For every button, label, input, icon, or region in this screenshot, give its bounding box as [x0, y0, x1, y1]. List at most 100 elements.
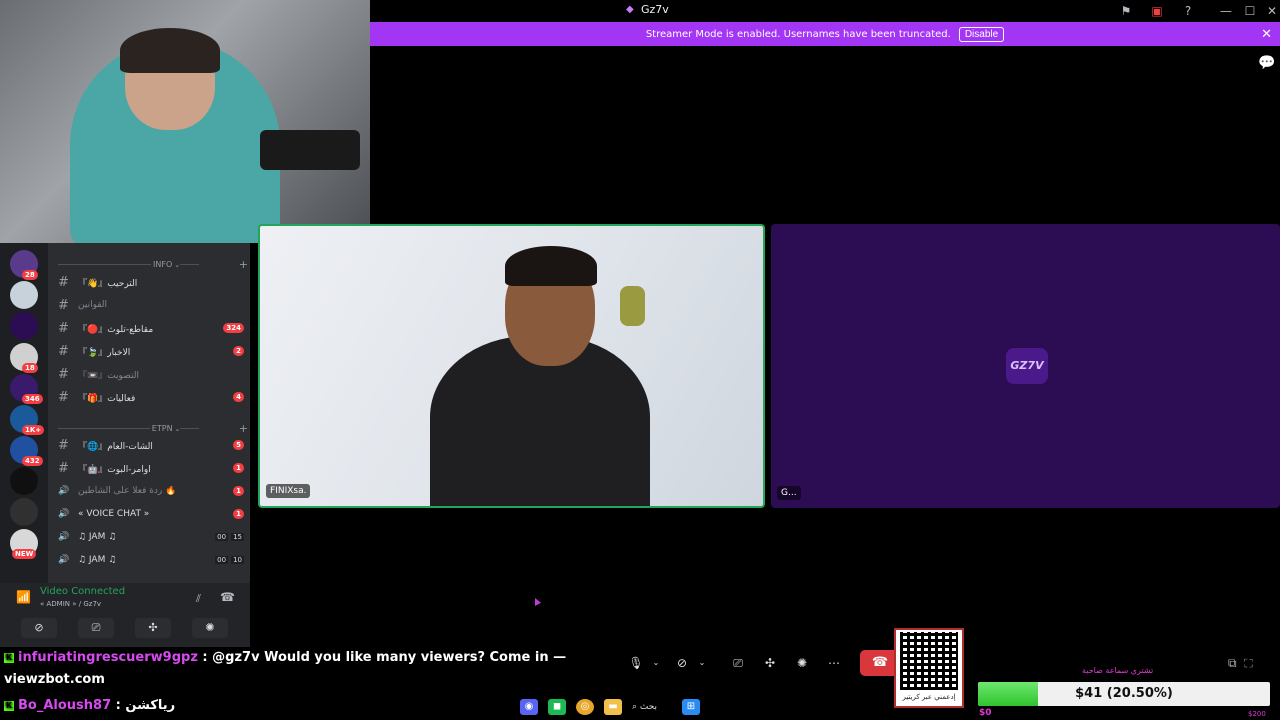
channel-item[interactable]: 🔊 ردة فعلا على الشاطين 🔥 1 — [58, 481, 244, 501]
channel-name: 『👋』الترحيب — [78, 278, 138, 289]
disconnect-icon[interactable]: ☎ — [220, 590, 235, 604]
channel-item[interactable]: # 『📼』التصويت — [58, 364, 244, 384]
help-icon[interactable]: ? — [1180, 3, 1196, 19]
share-screen-icon[interactable]: ⎚ — [730, 652, 746, 674]
voice-channel-name[interactable]: « ADMIN » / Gz7v — [40, 600, 101, 608]
channel-item[interactable]: # 『🔴』مقاطع-تلوث 324 — [58, 318, 244, 338]
voice-user-count: 10 — [231, 556, 244, 564]
camera-off-icon[interactable]: ⊘ — [674, 652, 690, 674]
screen-share-icon[interactable]: ▣ — [1149, 3, 1165, 19]
channel-item[interactable]: # 『🎁』فعاليات 4 — [58, 387, 244, 407]
goal-title: تشتري سماعة صاحبة — [1082, 666, 1154, 675]
category-etpn-label: ETPN — [151, 424, 173, 433]
more-options-icon[interactable]: ⋯ — [826, 652, 842, 674]
activities-icon[interactable]: ✣ — [762, 652, 778, 674]
channel-item[interactable]: 🔊 ♫ JAM ♫ 00 10 — [58, 550, 244, 570]
minimize-button[interactable]: — — [1218, 3, 1234, 19]
inbox-flag-icon[interactable]: ⚑ — [1118, 3, 1134, 19]
hash-icon: # — [58, 460, 69, 476]
chat-username: infuriatingrescuerw9gpz — [18, 650, 198, 665]
banner-text: Streamer Mode is enabled. Usernames have… — [645, 28, 951, 40]
add-channel-icon[interactable]: + — [239, 422, 248, 435]
taskbar-search-label: بحث — [639, 702, 658, 712]
mouse-cursor — [535, 598, 541, 606]
server-icon[interactable] — [10, 281, 38, 309]
chat-text: : @gz7v Would you like many viewers? Com… — [202, 650, 567, 665]
streamer-mode-banner: Streamer Mode is enabled. Usernames have… — [370, 22, 1280, 46]
channel-item[interactable]: # 『🌐』الشات-العام 5 — [58, 435, 244, 455]
qr-caption: إدعمني عبر كريتير — [902, 693, 956, 701]
camera-off-button[interactable]: ⊘ — [21, 618, 57, 638]
soundboard-button[interactable]: ✺ — [192, 618, 228, 638]
speaker-icon: 🔊 — [58, 555, 70, 565]
disable-streamer-mode-button[interactable]: Disable — [958, 26, 1005, 42]
video-tile-finix[interactable]: FINIXsa. — [258, 224, 765, 508]
microphone-icon[interactable]: 🎙 — [628, 652, 644, 674]
popout-icon[interactable]: ⧉ ⛶ — [1228, 656, 1253, 671]
participant-headset — [620, 286, 645, 326]
close-icon[interactable]: ✕ — [1261, 27, 1272, 42]
channel-item[interactable]: 🔊 « VOICE CHAT » 1 — [58, 504, 244, 524]
chat-bubble-icon[interactable]: 💬 — [1258, 55, 1275, 71]
server-badge: NEW — [12, 549, 37, 559]
channel-name: ♫ JAM ♫ — [78, 555, 117, 565]
channel-name: 『🌐』الشات-العام — [78, 441, 153, 452]
goal-amount: $41 (20.50%) — [1075, 686, 1173, 701]
server-icon[interactable] — [10, 312, 38, 340]
activities-button[interactable]: ✣ — [135, 618, 171, 638]
discord-icon[interactable]: ◉ — [520, 699, 538, 715]
server-badge: 1K+ — [22, 425, 45, 435]
add-channel-icon[interactable]: + — [239, 258, 248, 271]
stream-chat-message: K Bo_Aloush87 : رياكشن — [4, 698, 175, 713]
signal-icon: 📶 — [16, 590, 31, 604]
app-icon[interactable]: ◼ — [548, 699, 566, 715]
channel-item[interactable]: # القوانين — [58, 295, 244, 315]
windows-start-icon[interactable]: ⊞ — [682, 699, 700, 715]
speaker-icon: 🔊 — [58, 509, 70, 519]
channel-name: « VOICE CHAT » — [78, 509, 150, 519]
chrome-icon[interactable]: ◎ — [576, 699, 594, 715]
streamer-webcam — [0, 0, 370, 243]
qr-code-image — [900, 632, 958, 690]
stream-chat-continuation: viewzbot.com — [4, 672, 105, 687]
voice-user-count: 00 — [215, 556, 229, 564]
channel-name: 『🍃』الاخبار — [78, 347, 131, 358]
server-badge: 28 — [22, 270, 38, 280]
server-badge: 432 — [22, 456, 43, 466]
channel-item[interactable]: # 『🍃』الاخبار 2 — [58, 341, 244, 361]
server-icon[interactable] — [10, 498, 38, 526]
hash-icon: # — [58, 366, 69, 382]
title-bar — [370, 0, 1280, 22]
channel-item[interactable]: 🔊 ♫ JAM ♫ 00 15 — [58, 527, 244, 547]
hash-icon: # — [58, 274, 69, 290]
chat-username: Bo_Aloush87 — [18, 698, 112, 713]
maximize-button[interactable]: ☐ — [1242, 3, 1258, 19]
participant-hair — [505, 246, 597, 286]
soundboard-icon[interactable]: ✺ — [794, 652, 810, 674]
folder-icon[interactable]: ▬ — [604, 699, 622, 715]
close-window-button[interactable]: ✕ — [1264, 3, 1280, 19]
taskbar-search[interactable]: ⌕ بحث — [632, 702, 672, 712]
channel-item[interactable]: # 『🤖』اوامر-البوت 1 — [58, 458, 244, 478]
share-screen-button[interactable]: ⎚ — [78, 618, 114, 638]
gz7v-avatar: GZ7V — [1006, 348, 1048, 384]
speaker-icon: 🔊 — [58, 486, 70, 496]
voice-status: Video Connected — [40, 586, 126, 597]
hash-icon: # — [58, 389, 69, 405]
webcam-hair — [120, 28, 220, 73]
chevron-down-icon[interactable]: ⌄ — [696, 652, 708, 674]
channel-name: ♫ JAM ♫ — [78, 532, 117, 542]
chevron-down-icon[interactable]: ⌄ — [650, 652, 662, 674]
kick-badge-icon: K — [4, 652, 14, 663]
category-info[interactable]: INFO ⌄ + — [58, 258, 248, 271]
channel-name: ردة فعلا على الشاطين 🔥 — [78, 486, 177, 496]
mention-badge: 2 — [233, 346, 244, 356]
mention-badge: 1 — [233, 463, 244, 473]
channel-item[interactable]: # 『👋』الترحيب — [58, 272, 244, 292]
category-etpn[interactable]: ETPN ⌄ + — [58, 422, 248, 435]
webcam-microphone — [260, 130, 360, 170]
server-icon[interactable] — [10, 467, 38, 495]
noise-suppression-icon[interactable]: ⫽ — [196, 592, 201, 606]
hash-icon: # — [58, 437, 69, 453]
channel-name: 『🔴』مقاطع-تلوث — [78, 324, 154, 335]
